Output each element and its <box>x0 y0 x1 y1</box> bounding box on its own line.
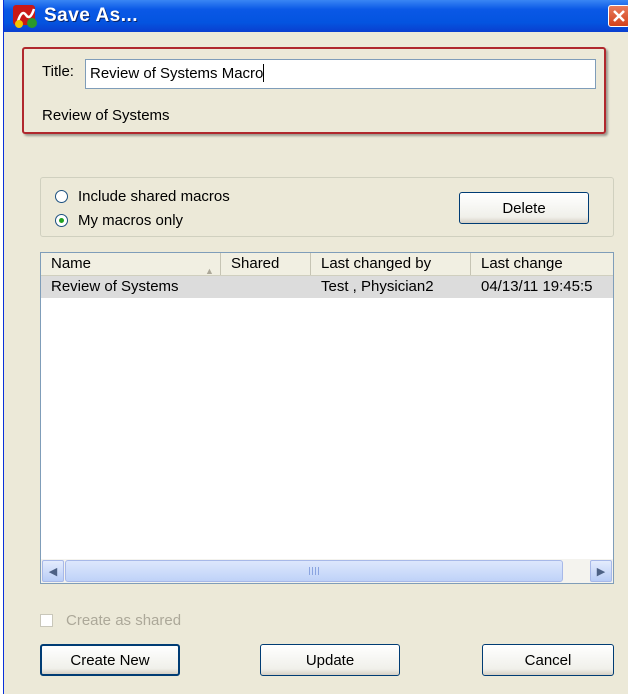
scroll-left-button[interactable]: ◀ <box>42 560 64 582</box>
title-section: Title: Review of Systems Macro Review of… <box>22 47 606 134</box>
radio-my-macros-circle[interactable] <box>55 214 68 227</box>
scroll-right-button[interactable]: ▶ <box>590 560 612 582</box>
scroll-thumb[interactable] <box>65 560 563 582</box>
radio-include-shared-circle[interactable] <box>55 190 68 203</box>
column-header-name-label: Name <box>51 255 92 272</box>
chevron-right-icon: ▶ <box>596 565 606 578</box>
app-icon <box>13 5 37 28</box>
grip-icon <box>309 567 319 575</box>
create-as-shared-label: Create as shared <box>66 612 182 629</box>
column-header-last-changed-by-label: Last changed by <box>321 255 432 272</box>
list-header: Name ▲ Shared Last changed by Last chang… <box>41 253 613 276</box>
text-caret <box>263 64 265 82</box>
horizontal-scrollbar[interactable]: ◀ ▶ <box>41 559 613 583</box>
update-button[interactable]: Update <box>260 644 400 676</box>
radio-my-macros[interactable]: My macros only <box>55 212 183 229</box>
delete-button[interactable]: Delete <box>459 192 589 224</box>
sort-ascending-icon: ▲ <box>205 266 214 275</box>
column-header-last-change-label: Last change <box>481 255 563 272</box>
radio-my-macros-label: My macros only <box>78 212 184 229</box>
title-input[interactable]: Review of Systems Macro <box>85 59 596 89</box>
table-row[interactable]: Review of Systems Test , Physician2 04/1… <box>41 276 613 298</box>
radio-include-shared[interactable]: Include shared macros <box>55 188 230 205</box>
save-as-dialog: Save As... Title: Review of Systems Macr… <box>3 0 628 694</box>
column-header-last-changed-by[interactable]: Last changed by <box>311 253 471 275</box>
column-header-name[interactable]: Name ▲ <box>41 253 221 275</box>
close-button[interactable] <box>608 5 628 27</box>
radio-include-shared-label: Include shared macros <box>78 188 230 205</box>
window-title: Save As... <box>44 5 139 26</box>
create-new-button[interactable]: Create New <box>40 644 180 676</box>
create-as-shared-checkbox <box>40 614 53 627</box>
cancel-button[interactable]: Cancel <box>482 644 614 676</box>
cell-name: Review of Systems <box>51 278 179 295</box>
macro-list[interactable]: Name ▲ Shared Last changed by Last chang… <box>40 252 614 584</box>
title-bar[interactable]: Save As... <box>4 0 628 32</box>
title-label: Title: <box>42 63 74 80</box>
macro-filter-group: Include shared macros My macros only Del… <box>40 177 614 237</box>
column-header-last-change[interactable]: Last change <box>471 253 613 275</box>
close-icon <box>613 10 625 22</box>
column-header-shared[interactable]: Shared <box>221 253 311 275</box>
cell-shared <box>221 276 311 298</box>
title-input-value: Review of Systems Macro <box>90 65 264 82</box>
macro-description: Review of Systems <box>42 107 170 124</box>
create-as-shared-option: Create as shared <box>40 612 181 629</box>
chevron-left-icon: ◀ <box>48 565 58 578</box>
cell-last-changed-by: Test , Physician2 <box>321 278 434 295</box>
cell-last-change: 04/13/11 19:45:5 <box>481 278 593 295</box>
column-header-shared-label: Shared <box>231 255 280 272</box>
